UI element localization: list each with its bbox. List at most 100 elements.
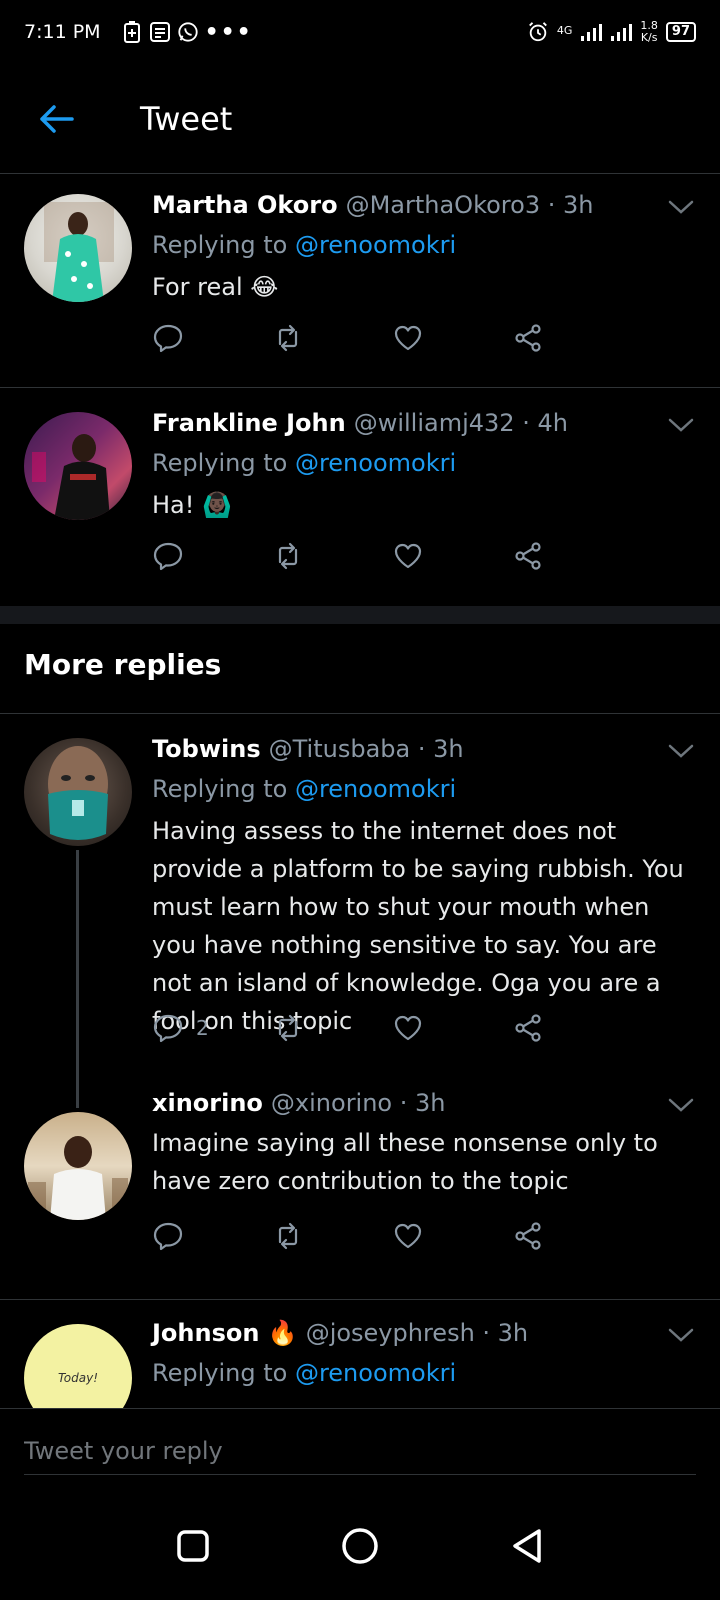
replying-prefix: Replying to <box>152 449 288 477</box>
heart-icon <box>394 1223 422 1249</box>
share-button[interactable] <box>512 318 632 358</box>
arrow-left-icon <box>40 104 74 133</box>
tweet-menu-button[interactable] <box>666 194 696 218</box>
signal-icon <box>580 21 603 43</box>
reply-button[interactable] <box>152 1216 272 1256</box>
network-type: 4G <box>556 24 573 37</box>
replying-prefix: Replying to <box>152 775 288 803</box>
chevron-down-icon <box>668 418 694 432</box>
app-header: Tweet <box>0 64 720 174</box>
reply-count: 2 <box>196 1016 209 1040</box>
tweet[interactable]: Martha Okoro @MarthaOkoro3 · 3h Replying… <box>0 176 720 388</box>
author-name[interactable]: xinorino <box>152 1088 263 1118</box>
tweet-menu-button[interactable] <box>666 1092 696 1116</box>
retweet-icon <box>278 1014 298 1042</box>
status-bar: 7:11 PM ••• 4G 1.8 K/s 97 <box>0 0 720 64</box>
battery-saver-icon <box>121 21 143 43</box>
reply-button[interactable] <box>152 318 272 358</box>
avatar[interactable]: Today! <box>24 1324 132 1408</box>
tweet-text: For real 😂 <box>152 273 279 301</box>
replying-to: Replying to @renoomokri <box>152 774 696 804</box>
tweet-actions <box>152 318 632 358</box>
retweet-icon <box>278 1222 298 1250</box>
tweet[interactable]: Today! Johnson 🔥 @joseyphresh · 3h Reply… <box>0 1300 720 1408</box>
replying-to: Replying to @renoomokri <box>152 230 696 260</box>
tweet-text: Ha! 🙆🏿‍♂️ <box>152 491 232 519</box>
replying-prefix: Replying to <box>152 231 288 259</box>
share-button[interactable] <box>512 536 632 576</box>
tweet-actions <box>152 536 632 576</box>
share-icon <box>515 1014 541 1042</box>
chevron-down-icon <box>668 1098 694 1112</box>
battery-indicator: 97 <box>665 22 696 42</box>
author-name[interactable]: Martha Okoro <box>152 190 338 220</box>
page-title: Tweet <box>140 99 233 138</box>
avatar[interactable] <box>24 412 132 520</box>
reply-input[interactable] <box>24 1427 696 1475</box>
retweet-button[interactable] <box>272 1008 392 1048</box>
author-name[interactable]: Tobwins <box>152 734 261 764</box>
news-icon <box>149 21 171 43</box>
section-divider <box>0 606 720 624</box>
tweet[interactable]: Frankline John @williamj432 · 4h Replyin… <box>0 390 720 606</box>
back-button[interactable] <box>26 89 86 149</box>
share-icon <box>515 542 541 570</box>
comment-icon <box>153 1222 183 1251</box>
like-button[interactable] <box>392 536 512 576</box>
chevron-down-icon <box>668 744 694 758</box>
home-button[interactable] <box>330 1516 390 1576</box>
author-handle: @joseyphresh · 3h <box>305 1319 529 1347</box>
comment-icon <box>153 542 183 571</box>
recents-button[interactable] <box>163 1516 223 1576</box>
alarm-icon <box>527 21 549 43</box>
tweet[interactable]: Tobwins @Titusbaba · 3h Replying to @ren… <box>0 714 720 1094</box>
status-time: 7:11 PM <box>24 21 101 43</box>
author-name[interactable]: Frankline John <box>152 408 346 438</box>
speed-unit: K/s <box>640 31 658 44</box>
tweet-menu-button[interactable] <box>666 1322 696 1346</box>
heart-icon <box>394 325 422 351</box>
reply-composer <box>0 1408 720 1492</box>
replying-to: Replying to @renoomokri <box>152 448 696 478</box>
share-button[interactable] <box>512 1008 632 1048</box>
author-name[interactable]: Johnson 🔥 <box>152 1318 298 1348</box>
system-nav-bar <box>0 1492 720 1600</box>
retweet-button[interactable] <box>272 318 392 358</box>
avatar[interactable] <box>24 1112 132 1220</box>
chevron-down-icon <box>668 200 694 214</box>
mention-link[interactable]: @renoomokri <box>295 449 456 477</box>
reply-button[interactable]: 2 <box>152 1008 272 1048</box>
tweet-text: Having assess to the internet does not p… <box>152 817 684 1035</box>
like-button[interactable] <box>392 318 512 358</box>
mention-link[interactable]: @renoomokri <box>295 775 456 803</box>
like-button[interactable] <box>392 1216 512 1256</box>
tweet-menu-button[interactable] <box>666 738 696 762</box>
retweet-icon <box>278 324 298 352</box>
avatar-text: Today! <box>57 1371 99 1385</box>
more-notifications-icon: ••• <box>204 19 253 45</box>
back-nav-button[interactable] <box>497 1516 557 1576</box>
mention-link[interactable]: @renoomokri <box>295 1359 456 1387</box>
avatar[interactable] <box>24 194 132 302</box>
triangle-back-icon <box>512 1529 541 1563</box>
more-replies-heading: More replies <box>24 648 222 681</box>
mention-link[interactable]: @renoomokri <box>295 231 456 259</box>
like-button[interactable] <box>392 1008 512 1048</box>
tweet-actions <box>152 1216 632 1256</box>
reply-button[interactable] <box>152 536 272 576</box>
network-speed: 1.8 K/s <box>640 20 658 44</box>
author-handle: @xinorino · 3h <box>270 1089 446 1117</box>
replying-to: Replying to @renoomokri <box>152 1358 696 1388</box>
tweet-menu-button[interactable] <box>666 412 696 436</box>
retweet-button[interactable] <box>272 536 392 576</box>
avatar[interactable] <box>24 738 132 846</box>
chevron-down-icon <box>668 1328 694 1342</box>
comment-icon <box>153 324 183 353</box>
replying-prefix: Replying to <box>152 1359 288 1387</box>
retweet-icon <box>278 542 298 570</box>
author-handle: @Titusbaba · 3h <box>268 735 464 763</box>
whatsapp-icon <box>177 21 199 43</box>
tweet[interactable]: xinorino @xinorino · 3h Imagine saying a… <box>0 1089 720 1300</box>
share-button[interactable] <box>512 1216 632 1256</box>
retweet-button[interactable] <box>272 1216 392 1256</box>
